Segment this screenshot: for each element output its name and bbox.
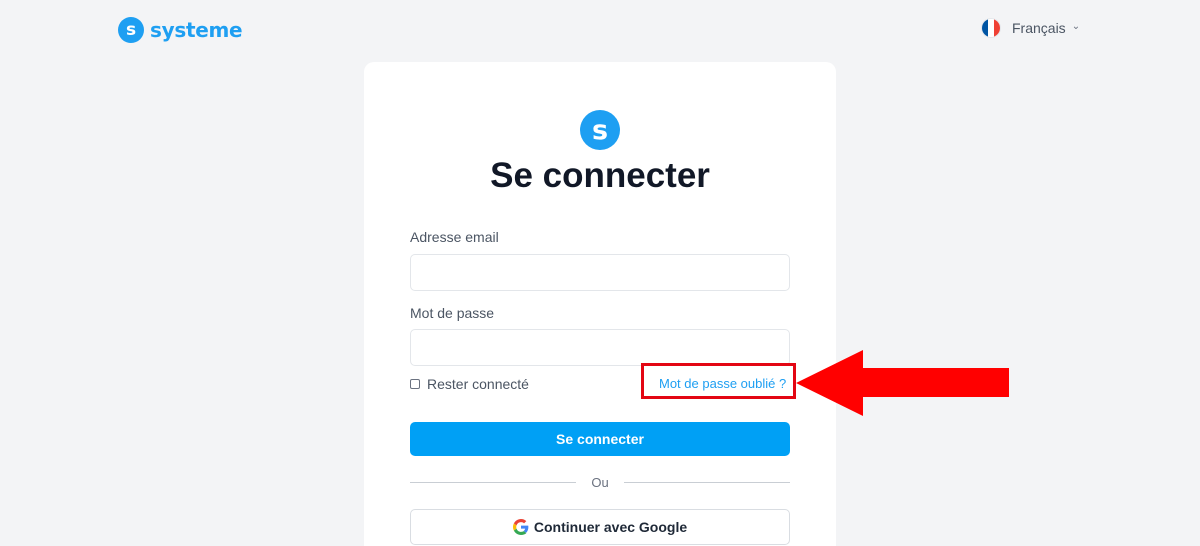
page-title: Se connecter — [490, 156, 710, 195]
login-page: s systeme Français ⌄ s Se connecter Adre… — [0, 0, 1200, 546]
email-field[interactable] — [410, 254, 790, 291]
google-button-label: Continuer avec Google — [533, 519, 688, 535]
google-icon — [512, 519, 529, 535]
annotation-highlight-box — [641, 363, 796, 399]
divider-text: Ou — [591, 475, 609, 490]
systeme-logo-icon: s — [118, 17, 144, 43]
divider-line-right — [624, 482, 790, 483]
brand[interactable]: s systeme — [118, 17, 243, 43]
remember-me[interactable]: Rester connecté — [410, 376, 529, 392]
chevron-down-icon: ⌄ — [1071, 20, 1081, 32]
language-selector[interactable]: Français ⌄ — [982, 19, 1080, 37]
login-card: s Se connecter Adresse email Mot de pass… — [364, 62, 836, 546]
remember-label: Rester connecté — [427, 376, 529, 392]
password-field[interactable] — [410, 329, 790, 366]
divider-line-left — [410, 482, 576, 483]
systeme-logo-icon: s — [580, 110, 620, 150]
brand-name: systeme — [150, 18, 243, 42]
red-arrow-icon — [796, 350, 1009, 416]
login-button[interactable]: Se connecter — [410, 422, 790, 456]
french-flag-icon — [982, 19, 1000, 37]
password-label: Mot de passe — [410, 305, 495, 321]
remember-checkbox[interactable] — [410, 379, 420, 389]
email-label: Adresse email — [410, 229, 499, 245]
google-login-button[interactable]: Continuer avec Google — [410, 509, 790, 545]
language-label: Français — [1012, 20, 1066, 36]
